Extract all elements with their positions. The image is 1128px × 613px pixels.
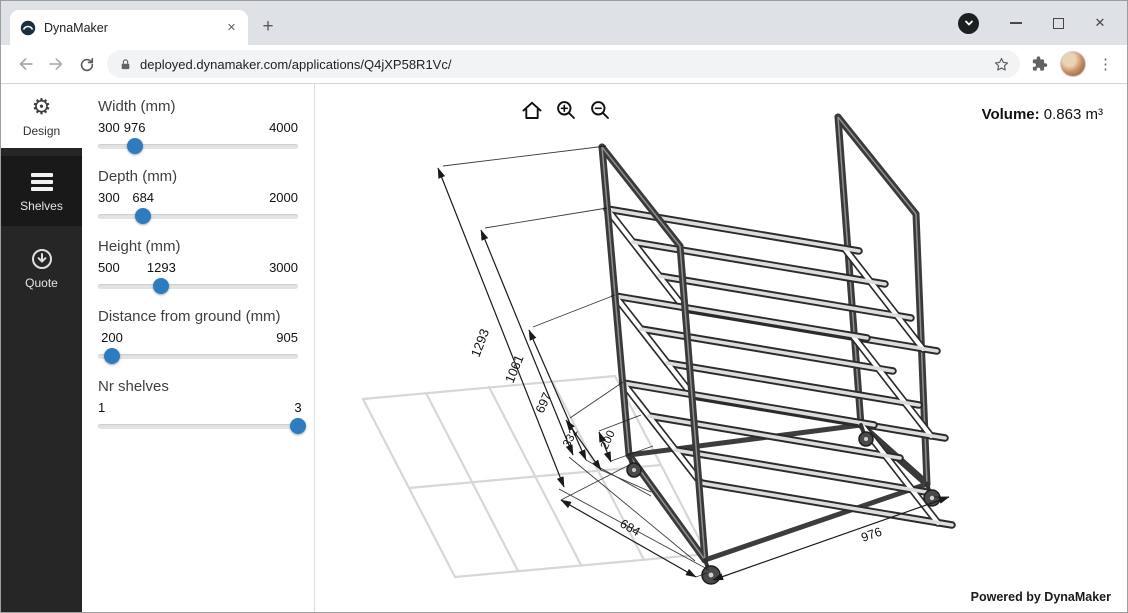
slider-track[interactable] [98, 417, 298, 435]
slider-depth: Depth (mm) 300 684 2000 [98, 168, 298, 225]
tab-close-icon[interactable]: ✕ [223, 19, 240, 36]
nav-item-shelves[interactable]: Shelves [1, 156, 82, 226]
new-tab-button[interactable]: + [254, 13, 282, 41]
slider-thumb[interactable] [135, 208, 151, 224]
browser-menu-icon[interactable]: ⋮ [1098, 55, 1113, 73]
dim-shelf-top: 1061 [502, 353, 527, 385]
dim-shelf-mid: 697 [533, 390, 554, 415]
tab-title: DynaMaker [44, 21, 223, 35]
reload-button[interactable] [71, 49, 101, 79]
browser-titlebar: DynaMaker ✕ + ✕ [1, 1, 1127, 45]
browser-tab[interactable]: DynaMaker ✕ [10, 10, 248, 45]
nav-rail: ⚙ Design Shelves Quote [1, 84, 82, 612]
nav-item-label: Design [1, 124, 82, 138]
maximize-button[interactable] [1037, 6, 1079, 40]
dim-depth: 684 [618, 516, 643, 539]
slider-track[interactable] [98, 137, 298, 155]
slider-height: Height (mm) 500 1293 3000 [98, 238, 298, 295]
slider-current-value: 200 [101, 330, 123, 345]
volume-value: 0.863 m³ [1044, 106, 1103, 123]
volume-label: Volume: [982, 106, 1040, 123]
slider-label: Width (mm) [98, 98, 298, 115]
nav-item-label: Quote [1, 276, 82, 290]
nav-item-design[interactable]: ⚙ Design [1, 84, 82, 148]
slider-thumb[interactable] [127, 138, 143, 154]
slider-thumb[interactable] [153, 278, 169, 294]
slider-max-value: 3000 [269, 260, 298, 275]
url-text[interactable]: deployed.dynamaker.com/applications/Q4jX… [140, 57, 993, 72]
slider-max-value: 4000 [269, 120, 298, 135]
minimize-button[interactable] [995, 6, 1037, 40]
forward-button[interactable] [41, 49, 71, 79]
slider-thumb[interactable] [290, 418, 306, 434]
dynamaker-favicon-icon [20, 20, 36, 36]
back-button[interactable] [11, 49, 41, 79]
lock-icon [119, 57, 132, 72]
slider-track[interactable] [98, 277, 298, 295]
slider-thumb[interactable] [104, 348, 120, 364]
slider-min-value: 1 [98, 400, 105, 415]
slider-label: Nr shelves [98, 378, 298, 395]
download-circle-icon [30, 247, 54, 271]
chevron-down-circle-icon[interactable] [958, 13, 979, 34]
slider-track[interactable] [98, 207, 298, 225]
dim-total-height: 1293 [468, 327, 492, 359]
powered-by-label: Powered by DynaMaker [971, 590, 1111, 604]
minimize-icon [1010, 22, 1022, 24]
app-content: ⚙ Design Shelves Quote Width (mm) [1, 84, 1127, 612]
dim-ground-clearance: 200 [599, 429, 618, 451]
slider-current-value: 684 [132, 190, 154, 205]
home-icon [520, 98, 544, 122]
home-view-button[interactable] [519, 97, 544, 122]
parameter-panel: Width (mm) 300 976 4000 Depth (mm) 300 6… [82, 84, 315, 612]
zoom-out-icon [588, 98, 612, 122]
addressbar-actions: ⋮ [1026, 51, 1117, 77]
zoom-out-button[interactable] [587, 97, 612, 122]
slider-current-value: 1293 [147, 260, 176, 275]
slider-label: Height (mm) [98, 238, 298, 255]
window-controls: ✕ [958, 1, 1121, 45]
volume-readout: Volume: 0.863 m³ [982, 106, 1103, 123]
url-bar[interactable]: deployed.dynamaker.com/applications/Q4jX… [107, 50, 1020, 78]
slider-max-value: 905 [276, 330, 298, 345]
slider-width: Width (mm) 300 976 4000 [98, 98, 298, 155]
close-button[interactable]: ✕ [1079, 6, 1121, 40]
nav-item-label: Shelves [1, 199, 82, 213]
zoom-in-button[interactable] [553, 97, 578, 122]
shelves-icon [31, 173, 53, 191]
slider-nr-shelves: Nr shelves 1 3 [98, 378, 298, 435]
browser-addressbar: deployed.dynamaker.com/applications/Q4jX… [1, 45, 1127, 84]
slider-distance-from-ground: Distance from ground (mm) 200 905 [98, 308, 298, 365]
slider-current-value: 3 [294, 400, 301, 415]
slider-label: Distance from ground (mm) [98, 308, 298, 325]
viewport-toolbar [519, 97, 612, 122]
slider-label: Depth (mm) [98, 168, 298, 185]
profile-avatar[interactable] [1060, 51, 1086, 77]
slider-min-value: 300 [98, 190, 120, 205]
slider-track[interactable] [98, 347, 298, 365]
slider-max-value: 2000 [269, 190, 298, 205]
maximize-icon [1053, 18, 1064, 29]
gear-icon: ⚙ [32, 96, 52, 118]
extensions-puzzle-icon[interactable] [1030, 55, 1048, 73]
browser-window: DynaMaker ✕ + ✕ deployed.dynamaker.com/a… [0, 0, 1128, 613]
zoom-in-icon [554, 98, 578, 122]
slider-current-value: 976 [124, 120, 146, 135]
viewport-3d[interactable]: Volume: 0.863 m³ [315, 84, 1127, 612]
nav-item-quote[interactable]: Quote [1, 236, 82, 300]
bookmark-star-icon[interactable] [993, 56, 1010, 73]
slider-min-value: 500 [98, 260, 120, 275]
slider-min-value: 300 [98, 120, 120, 135]
cad-drawing: 1293 1061 697 332 200 684 976 [315, 84, 1127, 612]
